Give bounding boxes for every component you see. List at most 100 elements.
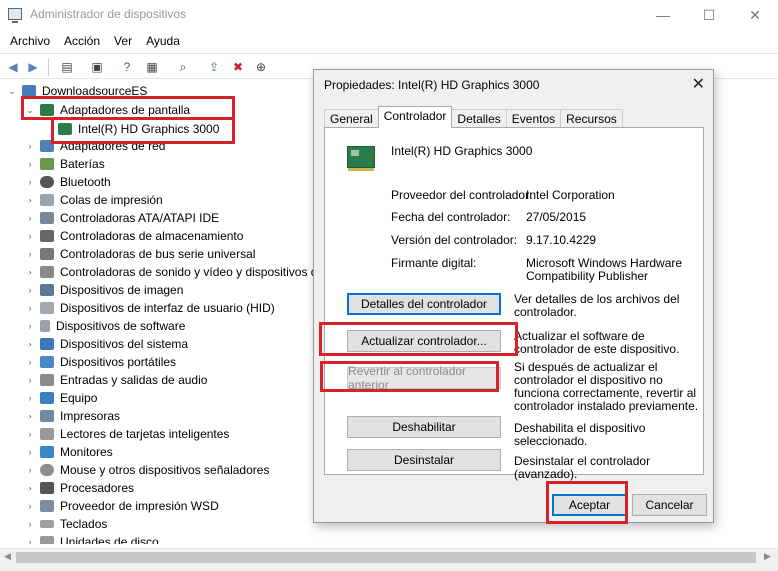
tree-category[interactable]: › Impresoras bbox=[24, 407, 121, 425]
tree-category[interactable]: › Lectores de tarjetas inteligentes bbox=[24, 425, 230, 443]
disable-device-button[interactable]: Deshabilitar bbox=[347, 416, 501, 438]
tree-category[interactable]: › Dispositivos portátiles bbox=[24, 353, 177, 371]
chevron-right-icon[interactable]: › bbox=[24, 177, 36, 187]
forward-icon[interactable]: ▶ bbox=[24, 58, 42, 76]
tree-category[interactable]: › Controladoras de bus serie universal bbox=[24, 245, 256, 263]
dialog-title: Propiedades: Intel(R) HD Graphics 3000 bbox=[324, 78, 540, 92]
computer-icon bbox=[40, 392, 54, 404]
menu-ver[interactable]: Ver bbox=[108, 30, 138, 52]
chevron-right-icon[interactable]: › bbox=[24, 321, 36, 331]
chevron-right-icon[interactable]: › bbox=[24, 213, 36, 223]
chevron-right-icon[interactable]: › bbox=[24, 375, 36, 385]
update-driver-icon[interactable]: ⇪ bbox=[205, 58, 223, 76]
chevron-right-icon[interactable]: › bbox=[24, 231, 36, 241]
uninstall-device-icon[interactable]: ✖ bbox=[229, 58, 247, 76]
driver-tab-pane: Intel(R) HD Graphics 3000 Proveedor del … bbox=[324, 127, 704, 481]
tree-category[interactable]: › Proveedor de impresión WSD bbox=[24, 497, 219, 515]
scroll-right-icon[interactable]: ▶ bbox=[764, 551, 771, 562]
tree-category[interactable]: › Teclados bbox=[24, 515, 108, 533]
cancel-button[interactable]: Cancelar bbox=[632, 494, 707, 516]
menu-ayuda[interactable]: Ayuda bbox=[140, 30, 186, 52]
chevron-right-icon[interactable]: › bbox=[24, 285, 36, 295]
battery-icon bbox=[40, 158, 54, 170]
show-hide-icon[interactable]: ▣ bbox=[88, 58, 106, 76]
disk-drive-icon bbox=[40, 536, 54, 544]
tree-category-label: Monitores bbox=[60, 445, 113, 459]
chevron-down-icon[interactable]: ⌄ bbox=[6, 86, 18, 97]
tree-category[interactable]: › Monitores bbox=[24, 443, 113, 461]
tree-category[interactable]: › Entradas y salidas de audio bbox=[24, 371, 208, 389]
chevron-right-icon[interactable]: › bbox=[24, 429, 36, 439]
scrollbar-thumb[interactable] bbox=[16, 552, 756, 563]
properties-icon[interactable]: ▤ bbox=[58, 58, 76, 76]
chevron-right-icon[interactable]: › bbox=[24, 159, 36, 169]
tree-category[interactable]: › Dispositivos de imagen bbox=[24, 281, 184, 299]
chevron-right-icon[interactable]: › bbox=[24, 303, 36, 313]
scroll-left-icon[interactable]: ◀ bbox=[4, 551, 11, 562]
highlight-box-update-driver bbox=[319, 322, 518, 356]
chevron-right-icon[interactable]: › bbox=[24, 195, 36, 205]
chevron-right-icon[interactable]: › bbox=[24, 537, 36, 544]
device-manager-icon bbox=[8, 8, 22, 23]
help-icon[interactable]: ? bbox=[118, 58, 136, 76]
menu-accion[interactable]: Acción bbox=[58, 30, 106, 52]
chevron-right-icon[interactable]: › bbox=[24, 357, 36, 367]
tree-category-label: Proveedor de impresión WSD bbox=[60, 499, 219, 513]
processor-icon bbox=[40, 482, 54, 494]
tab-recursos[interactable]: Recursos bbox=[560, 109, 623, 128]
chevron-right-icon[interactable]: › bbox=[24, 465, 36, 475]
chevron-right-icon[interactable]: › bbox=[24, 501, 36, 511]
chevron-right-icon[interactable]: › bbox=[24, 393, 36, 403]
chevron-right-icon[interactable]: › bbox=[24, 411, 36, 421]
maximize-button[interactable]: ☐ bbox=[686, 0, 732, 30]
tree-category[interactable]: › Controladoras de almacenamiento bbox=[24, 227, 244, 245]
tree-category[interactable]: › Dispositivos del sistema bbox=[24, 335, 189, 353]
menu-archivo[interactable]: Archivo bbox=[4, 30, 56, 52]
tree-category[interactable]: › Dispositivos de software bbox=[24, 317, 186, 335]
chevron-right-icon[interactable]: › bbox=[24, 483, 36, 493]
driver-details-button[interactable]: Detalles del controlador bbox=[347, 293, 501, 315]
tab-detalles[interactable]: Detalles bbox=[451, 109, 507, 128]
bluetooth-icon bbox=[40, 176, 54, 188]
mouse-icon bbox=[40, 464, 54, 476]
tree-category-label: Dispositivos del sistema bbox=[60, 337, 189, 351]
tree-category-label: Dispositivos portátiles bbox=[60, 355, 177, 369]
minimize-button[interactable]: — bbox=[640, 0, 686, 30]
tree-category[interactable]: › Controladoras ATA/ATAPI IDE bbox=[24, 209, 220, 227]
monitor-icon bbox=[40, 446, 54, 458]
back-icon[interactable]: ◀ bbox=[4, 58, 22, 76]
device-tree: ⌄ DownloadsourceES ⌄ Adaptadores de pant… bbox=[0, 82, 318, 544]
close-button[interactable]: ✕ bbox=[732, 0, 778, 30]
dialog-close-button[interactable]: ✕ bbox=[692, 74, 705, 94]
uninstall-device-button[interactable]: Desinstalar bbox=[347, 449, 501, 471]
camera-icon bbox=[40, 284, 54, 296]
chevron-right-icon[interactable]: › bbox=[24, 141, 36, 151]
tree-category[interactable]: › Unidades de disco bbox=[24, 533, 159, 544]
tree-category[interactable]: › Colas de impresión bbox=[24, 191, 163, 209]
tree-category[interactable]: › Equipo bbox=[24, 389, 98, 407]
disable-device-desc: Deshabilita el dispositivo seleccionado. bbox=[514, 421, 646, 448]
enable-device-icon[interactable]: ⊕ bbox=[252, 58, 270, 76]
keyboard-icon bbox=[40, 520, 54, 528]
tree-category-label: Controladoras de bus serie universal bbox=[60, 247, 256, 261]
tree-category[interactable]: › Mouse y otros dispositivos señaladores bbox=[24, 461, 270, 479]
tab-eventos[interactable]: Eventos bbox=[505, 109, 562, 128]
chevron-right-icon[interactable]: › bbox=[24, 339, 36, 349]
status-bar bbox=[0, 566, 778, 571]
tree-category[interactable]: › Dispositivos de interfaz de usuario (HI… bbox=[24, 299, 275, 317]
tab-controlador[interactable]: Controlador bbox=[377, 106, 453, 128]
tree-category[interactable]: › Baterías bbox=[24, 155, 105, 173]
chevron-right-icon[interactable]: › bbox=[24, 447, 36, 457]
highlight-box-intel-hd bbox=[51, 117, 235, 144]
tab-general[interactable]: General bbox=[324, 109, 379, 128]
action-pane-icon[interactable]: ▦ bbox=[143, 58, 161, 76]
tree-category[interactable]: › Bluetooth bbox=[24, 173, 111, 191]
scan-hardware-icon[interactable]: ⌕ bbox=[174, 58, 192, 76]
tree-category[interactable]: › Controladoras de sonido y vídeo y dispo… bbox=[24, 263, 319, 281]
smart-card-reader-icon bbox=[40, 428, 54, 440]
chevron-right-icon[interactable]: › bbox=[24, 249, 36, 259]
chevron-right-icon[interactable]: › bbox=[24, 267, 36, 277]
tree-category[interactable]: › Procesadores bbox=[24, 479, 135, 497]
horizontal-scrollbar[interactable]: ◀ ▶ bbox=[0, 548, 778, 566]
chevron-right-icon[interactable]: › bbox=[24, 519, 36, 529]
